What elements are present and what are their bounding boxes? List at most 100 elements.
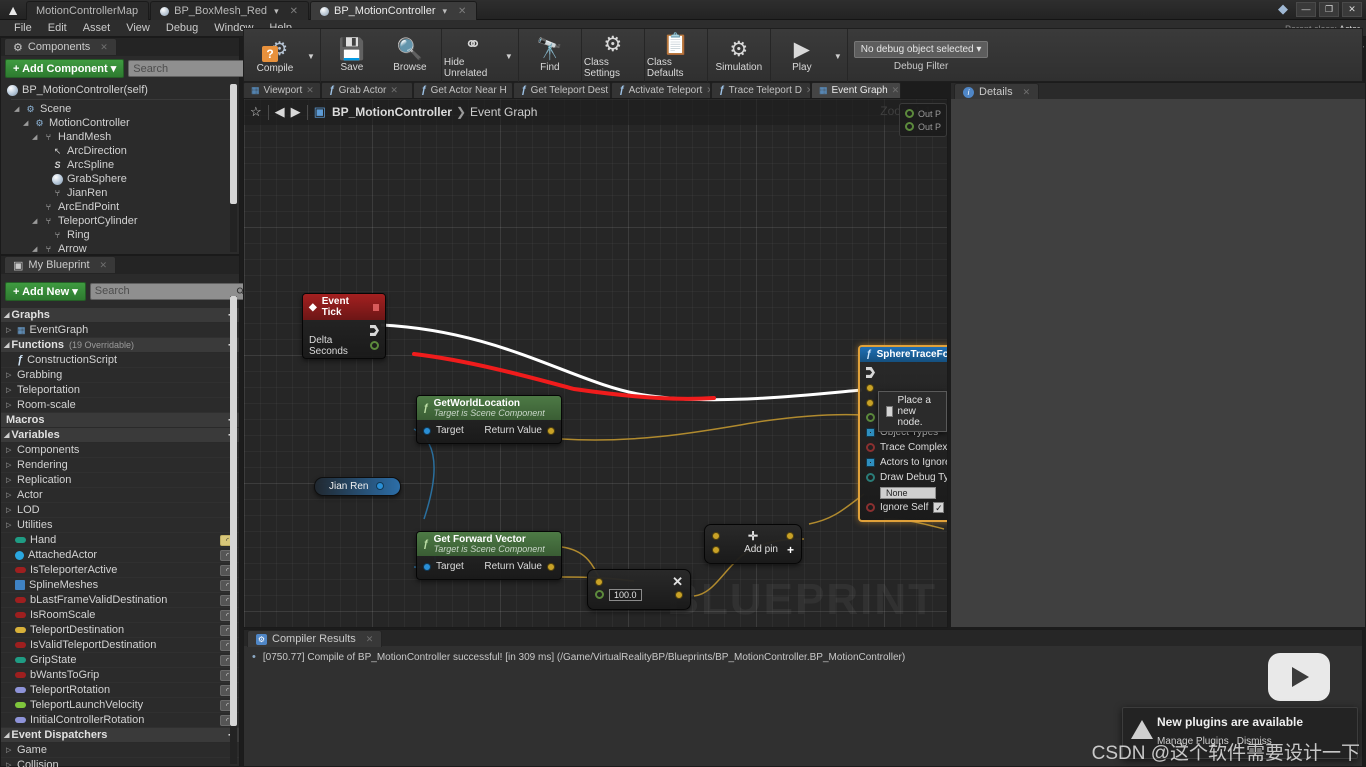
variable-row[interactable]: bWantsToGrip ◜ [1,668,239,683]
add-output-pin-icon[interactable] [786,532,794,540]
add-pin-plus-icon[interactable]: + [787,543,794,557]
draw-debug-type-pin-icon[interactable] [866,473,875,482]
add-component-button[interactable]: + Add Component ▾ [5,59,125,78]
variable-out-pin-icon[interactable] [376,482,385,491]
close-icon[interactable]: ✕ [366,634,374,645]
window-tab-bp-boxmesh-red[interactable]: BP_BoxMesh_Red ▾ ✕ [150,1,309,20]
pin-row-draw-debug-value[interactable]: None [866,485,947,500]
list-item[interactable]: ▷ Components [1,443,239,458]
variable-row[interactable]: IsValidTeleportDestination ◜ [1,638,239,653]
variable-row[interactable]: SplineMeshes ◜ [1,578,239,593]
expander-icon[interactable]: ◢ [4,431,9,439]
expander-icon[interactable]: ◢ [32,245,39,253]
event-graph-editor[interactable]: ☆ ◀ ▶ ▣ BP_MotionController ❯ Event Graph … [243,98,948,628]
breadcrumb[interactable]: BP_MotionController ❯ Event Graph [332,105,537,119]
expander-icon[interactable]: ▷ [6,371,13,379]
minimize-button[interactable]: — [1296,2,1316,17]
maximize-button[interactable]: ❐ [1319,2,1339,17]
variable-row[interactable]: InitialControllerRotation ◜ [1,713,239,728]
graph-tab-activate-teleport[interactable]: ƒActivate Teleport✕ [611,82,711,98]
component-tree-row[interactable]: ⑂ JianRen [5,186,239,200]
object-types-pin-icon[interactable] [866,428,875,437]
compile-button[interactable]: ⚙? Compile [246,29,304,83]
menu-item-debug[interactable]: Debug [158,20,206,37]
list-item[interactable]: ▷ Teleportation [1,383,239,398]
menu-item-view[interactable]: View [118,20,158,37]
section-header-variables[interactable]: ◢Variables+ [1,428,239,443]
components-scrollbar-thumb[interactable] [230,84,237,204]
variable-row[interactable]: TeleportRotation ◜ [1,683,239,698]
window-tab-motioncontrollermap[interactable]: MotionControllerMap [26,1,150,20]
node-jian-ren-variable[interactable]: Jian Ren [314,477,402,496]
multiply-output-pin-icon[interactable] [675,590,683,599]
close-icon[interactable]: ✕ [100,42,108,53]
list-item[interactable]: ▷ Actor [1,488,239,503]
expander-icon[interactable]: ▷ [6,386,13,394]
expander-icon[interactable]: ▷ [6,506,13,514]
variable-row[interactable]: IsTeleporterActive ◜ [1,563,239,578]
pin-row-trace-complex[interactable]: Trace Complex [866,440,947,455]
component-tree-row[interactable]: ⑂ ArcEndPoint [5,200,239,214]
variable-row[interactable]: GripState ◜ [1,653,239,668]
close-icon[interactable]: ✕ [892,85,900,96]
list-item[interactable]: ▷ ▦ EventGraph [1,323,239,338]
expander-icon[interactable]: ◢ [32,133,39,141]
add-input-a-pin-icon[interactable] [712,532,720,540]
variable-node-box[interactable]: Jian Ren [314,477,402,496]
out-pin-row[interactable]: Out P [904,107,941,120]
list-item[interactable]: ▷ Replication [1,473,239,488]
actors-to-ignore-pin-icon[interactable] [866,458,875,467]
save-button[interactable]: 💾 Save [323,29,381,83]
component-tree-row[interactable]: ◢ ⚙ MotionController [5,116,239,130]
list-item[interactable]: ▷ Utilities [1,518,239,533]
simulation-button[interactable]: ⚙ Simulation [710,29,768,83]
list-item[interactable]: ▷ Rendering [1,458,239,473]
pin-row-delta-seconds[interactable]: Delta Seconds [309,335,379,357]
node-add[interactable]: ✛ Add pin + [704,524,802,564]
variable-row[interactable]: TeleportDestination ◜ [1,623,239,638]
end-pin-icon[interactable] [866,398,874,407]
chevron-down-icon[interactable]: ▼ [502,29,516,83]
tab-components[interactable]: ⚙ Components ✕ [4,38,117,55]
component-tree-row[interactable]: GrabSphere [5,172,239,186]
hide-unrelated-button[interactable]: ⚭ Hide Unrelated [444,29,502,83]
forward-arrow-icon[interactable]: ▶ [291,104,301,120]
close-icon[interactable]: ✕ [390,85,398,96]
expander-icon[interactable]: ◢ [4,341,9,349]
close-icon[interactable]: ✕ [290,6,298,17]
list-item[interactable]: ▷ Room-scale [1,398,239,413]
chevron-down-icon[interactable]: ▼ [304,29,318,83]
pin-row-multiply-a[interactable]: ✕ [595,574,683,589]
ignore-self-checkbox[interactable]: ✓ [933,502,945,513]
close-icon[interactable]: ✕ [100,260,108,271]
close-icon[interactable]: ✕ [1023,87,1031,98]
chevron-down-icon[interactable]: ▼ [831,29,845,83]
menu-item-edit[interactable]: Edit [40,20,75,37]
variable-row[interactable]: bLastFrameValidDestination ◜ [1,593,239,608]
pin-row-ignore-self[interactable]: Ignore Self ✓ [866,500,947,515]
find-button[interactable]: 🔭 Find [521,29,579,83]
menu-item-asset[interactable]: Asset [75,20,119,37]
start-pin-icon[interactable] [866,383,874,392]
pin-row-actors-to-ignore[interactable]: Actors to Ignore [866,455,947,470]
section-header-functions[interactable]: ◢Functions(19 Overridable)+ [1,338,239,353]
section-header-macros[interactable]: Macros+ [1,413,239,428]
variable-row[interactable]: TeleportLaunchVelocity ◜ [1,698,239,713]
class-settings-button[interactable]: ⚙ Class Settings [584,29,642,83]
window-tab-bp-motioncontroller[interactable]: BP_MotionController ▾ ✕ [309,1,478,20]
list-item[interactable]: ▷ Collision [1,758,239,767]
component-tree-row[interactable]: ◢ ⚙ Scene [5,102,239,116]
delta-seconds-pin-icon[interactable] [370,341,379,350]
pin-row-target[interactable]: Target Return Value [423,559,555,574]
expander-icon[interactable]: ◢ [32,217,39,225]
variable-row[interactable]: Hand ◜ [1,533,239,548]
trace-complex-pin-icon[interactable] [866,443,875,452]
window-tab-strip[interactable]: MotionControllerMap BP_BoxMesh_Red ▾ ✕ B… [26,0,478,20]
expander-icon[interactable]: ◢ [4,311,9,319]
node-event-tick[interactable]: ◆ Event Tick Delta Seconds [302,293,386,359]
expander-icon[interactable]: ◢ [23,119,30,127]
graph-tab-viewport[interactable]: ▦ Viewport ✕ [243,82,321,98]
graph-tab-strip[interactable]: ▦Viewport✕ƒGrab Actor✕ƒGet Actor Near H✕… [243,82,948,98]
pin-row-multiply-b[interactable]: 100.0 [595,587,683,602]
back-arrow-icon[interactable]: ◀ [275,104,285,120]
